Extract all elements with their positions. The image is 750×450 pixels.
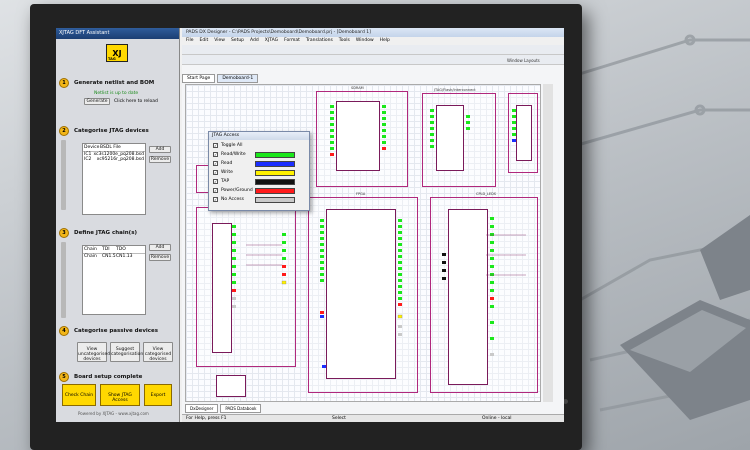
step-1-number: 1 — [59, 78, 69, 88]
jtag-access-title: JTAG Access — [209, 132, 309, 140]
step-connector — [61, 242, 66, 318]
menu-bar: File Edit View Setup Add XJTAG Format Tr… — [182, 37, 564, 45]
menu-format[interactable]: Format — [284, 38, 300, 44]
checkbox[interactable]: ✓ — [213, 152, 218, 157]
checkbox[interactable]: ✓ — [213, 179, 218, 184]
menu-help[interactable]: Help — [380, 38, 390, 44]
xjtag-logo-sub: TAG — [108, 57, 116, 61]
add-chain-button[interactable]: Add — [149, 244, 171, 251]
read-row[interactable]: ✓ Read — [213, 161, 232, 166]
bsdl-column-header: BSDL File — [100, 145, 121, 150]
suggest-categorisations-button[interactable]: Suggest categorisations — [110, 342, 146, 362]
read-write-row[interactable]: ✓ Read/Write — [213, 152, 246, 157]
checkbox[interactable]: ✓ — [213, 143, 218, 148]
vertical-scrollbar[interactable] — [543, 84, 553, 402]
checkbox[interactable]: ✓ — [213, 161, 218, 166]
power-ground-swatch — [255, 188, 295, 194]
write-row[interactable]: ✓ Write — [213, 170, 233, 175]
pads-title: PADS DX Designer - C:\PADS Projects\Demo… — [182, 28, 564, 37]
menu-add[interactable]: Add — [250, 38, 259, 44]
step-2-number: 2 — [59, 126, 69, 136]
tap-swatch — [255, 179, 295, 185]
step-5-number: 5 — [59, 372, 69, 382]
menu-translations[interactable]: Translations — [306, 38, 333, 44]
bottom-tabs: DxDesigner PADS Databook — [185, 404, 262, 413]
screen: XJTAG DFT Assistant XJ TAG 1 Generate ne… — [56, 28, 564, 422]
remove-device-button[interactable]: Remove — [149, 156, 171, 163]
step-1-title: Generate netlist and BOM — [74, 80, 155, 86]
write-swatch — [255, 170, 295, 176]
tab-demoboard[interactable]: Demoboard-1 — [217, 74, 259, 83]
step-2-title: Categorise JTAG devices — [74, 128, 149, 134]
power-ground-row[interactable]: ✓ Power/Ground — [213, 188, 253, 193]
status-mode: Select — [332, 416, 346, 421]
step-4-title: Categorise passive devices — [74, 328, 159, 334]
export-button[interactable]: Export — [144, 384, 172, 406]
jtag-device-list[interactable]: Device BSDL File IC1 xc3s1200e_pq208.bsd I… — [82, 143, 146, 215]
menu-setup[interactable]: Setup — [231, 38, 244, 44]
tdo-column-header: TDO — [116, 247, 126, 252]
checkbox[interactable]: ✓ — [213, 197, 218, 202]
generate-button[interactable]: Generate — [84, 98, 110, 105]
menu-file[interactable]: File — [186, 38, 194, 44]
checkbox[interactable]: ✓ — [213, 170, 218, 175]
tab-dxdesigner[interactable]: DxDesigner — [185, 404, 219, 413]
menu-edit[interactable]: Edit — [200, 38, 209, 44]
xjtag-assistant-panel: XJTAG DFT Assistant XJ TAG 1 Generate ne… — [56, 28, 180, 422]
status-help: For Help, press F1 — [186, 416, 227, 421]
status-bar: For Help, press F1 Select Online - local — [182, 414, 564, 422]
remove-chain-button[interactable]: Remove — [149, 254, 171, 261]
table-row[interactable]: IC2 xc95216r_pq208.bsd — [83, 157, 145, 162]
toolbar[interactable] — [182, 45, 564, 55]
add-device-button[interactable]: Add — [149, 146, 171, 153]
checkbox[interactable]: ✓ — [213, 188, 218, 193]
no-access-row[interactable]: ✓ No Access — [213, 197, 244, 202]
jtag-chain-list[interactable]: Chain TDI TDO Chain CN1.5 CN1.13 — [82, 245, 146, 315]
reload-hint: Click here to reload — [114, 99, 158, 104]
status-online: Online - local — [482, 416, 512, 421]
chain-column-header: Chain — [84, 247, 97, 252]
show-jtag-access-button[interactable]: Show JTAG Access — [100, 384, 140, 406]
table-row[interactable]: Chain CN1.5 CN1.13 — [83, 254, 145, 259]
document-tabs: Start Page Demoboard-1 — [182, 74, 259, 83]
step-5-title: Board setup complete — [74, 374, 143, 380]
no-access-swatch — [255, 197, 295, 203]
assistant-title: XJTAG DFT Assistant — [56, 28, 179, 39]
device-column-header: Device — [84, 145, 100, 150]
menu-xjtag[interactable]: XJTAG — [265, 38, 278, 44]
step-4-number: 4 — [59, 326, 69, 336]
jtag-access-dialog: JTAG Access ✓ Toggle All ✓ Read/Write ✓ Rea… — [208, 131, 310, 211]
read-swatch — [255, 161, 295, 167]
pads-designer-window: PADS DX Designer - C:\PADS Projects\Demo… — [182, 28, 564, 422]
tdi-column-header: TDI — [102, 247, 110, 252]
assistant-footer: Powered by XJTAG - www.xjtag.com — [78, 411, 149, 416]
step-3-number: 3 — [59, 228, 69, 238]
window-layouts-label[interactable]: Window Layouts — [507, 58, 563, 66]
read-write-swatch — [255, 152, 295, 158]
step-connector — [61, 140, 66, 210]
view-uncategorised-button[interactable]: View uncategorised devices — [77, 342, 110, 362]
menu-view[interactable]: View — [214, 38, 225, 44]
menu-window[interactable]: Window — [356, 38, 374, 44]
step-3-title: Define JTAG chain(s) — [74, 230, 137, 236]
tap-row[interactable]: ✓ TAP — [213, 179, 229, 184]
check-chain-button[interactable]: Check Chain — [62, 384, 96, 406]
menu-tools[interactable]: Tools — [339, 38, 350, 44]
toggle-all-row[interactable]: ✓ Toggle All — [213, 143, 242, 148]
tab-pads-databook[interactable]: PADS Databook — [220, 404, 262, 413]
tab-start-page[interactable]: Start Page — [182, 74, 216, 83]
view-categorised-button[interactable]: View categorised devices — [143, 342, 173, 362]
netlist-status: Netlist is up to date — [94, 91, 139, 96]
schematic-canvas[interactable]: SDRAM JTAG/Flash/Interconnect FPGA CPLD_… — [185, 84, 541, 402]
